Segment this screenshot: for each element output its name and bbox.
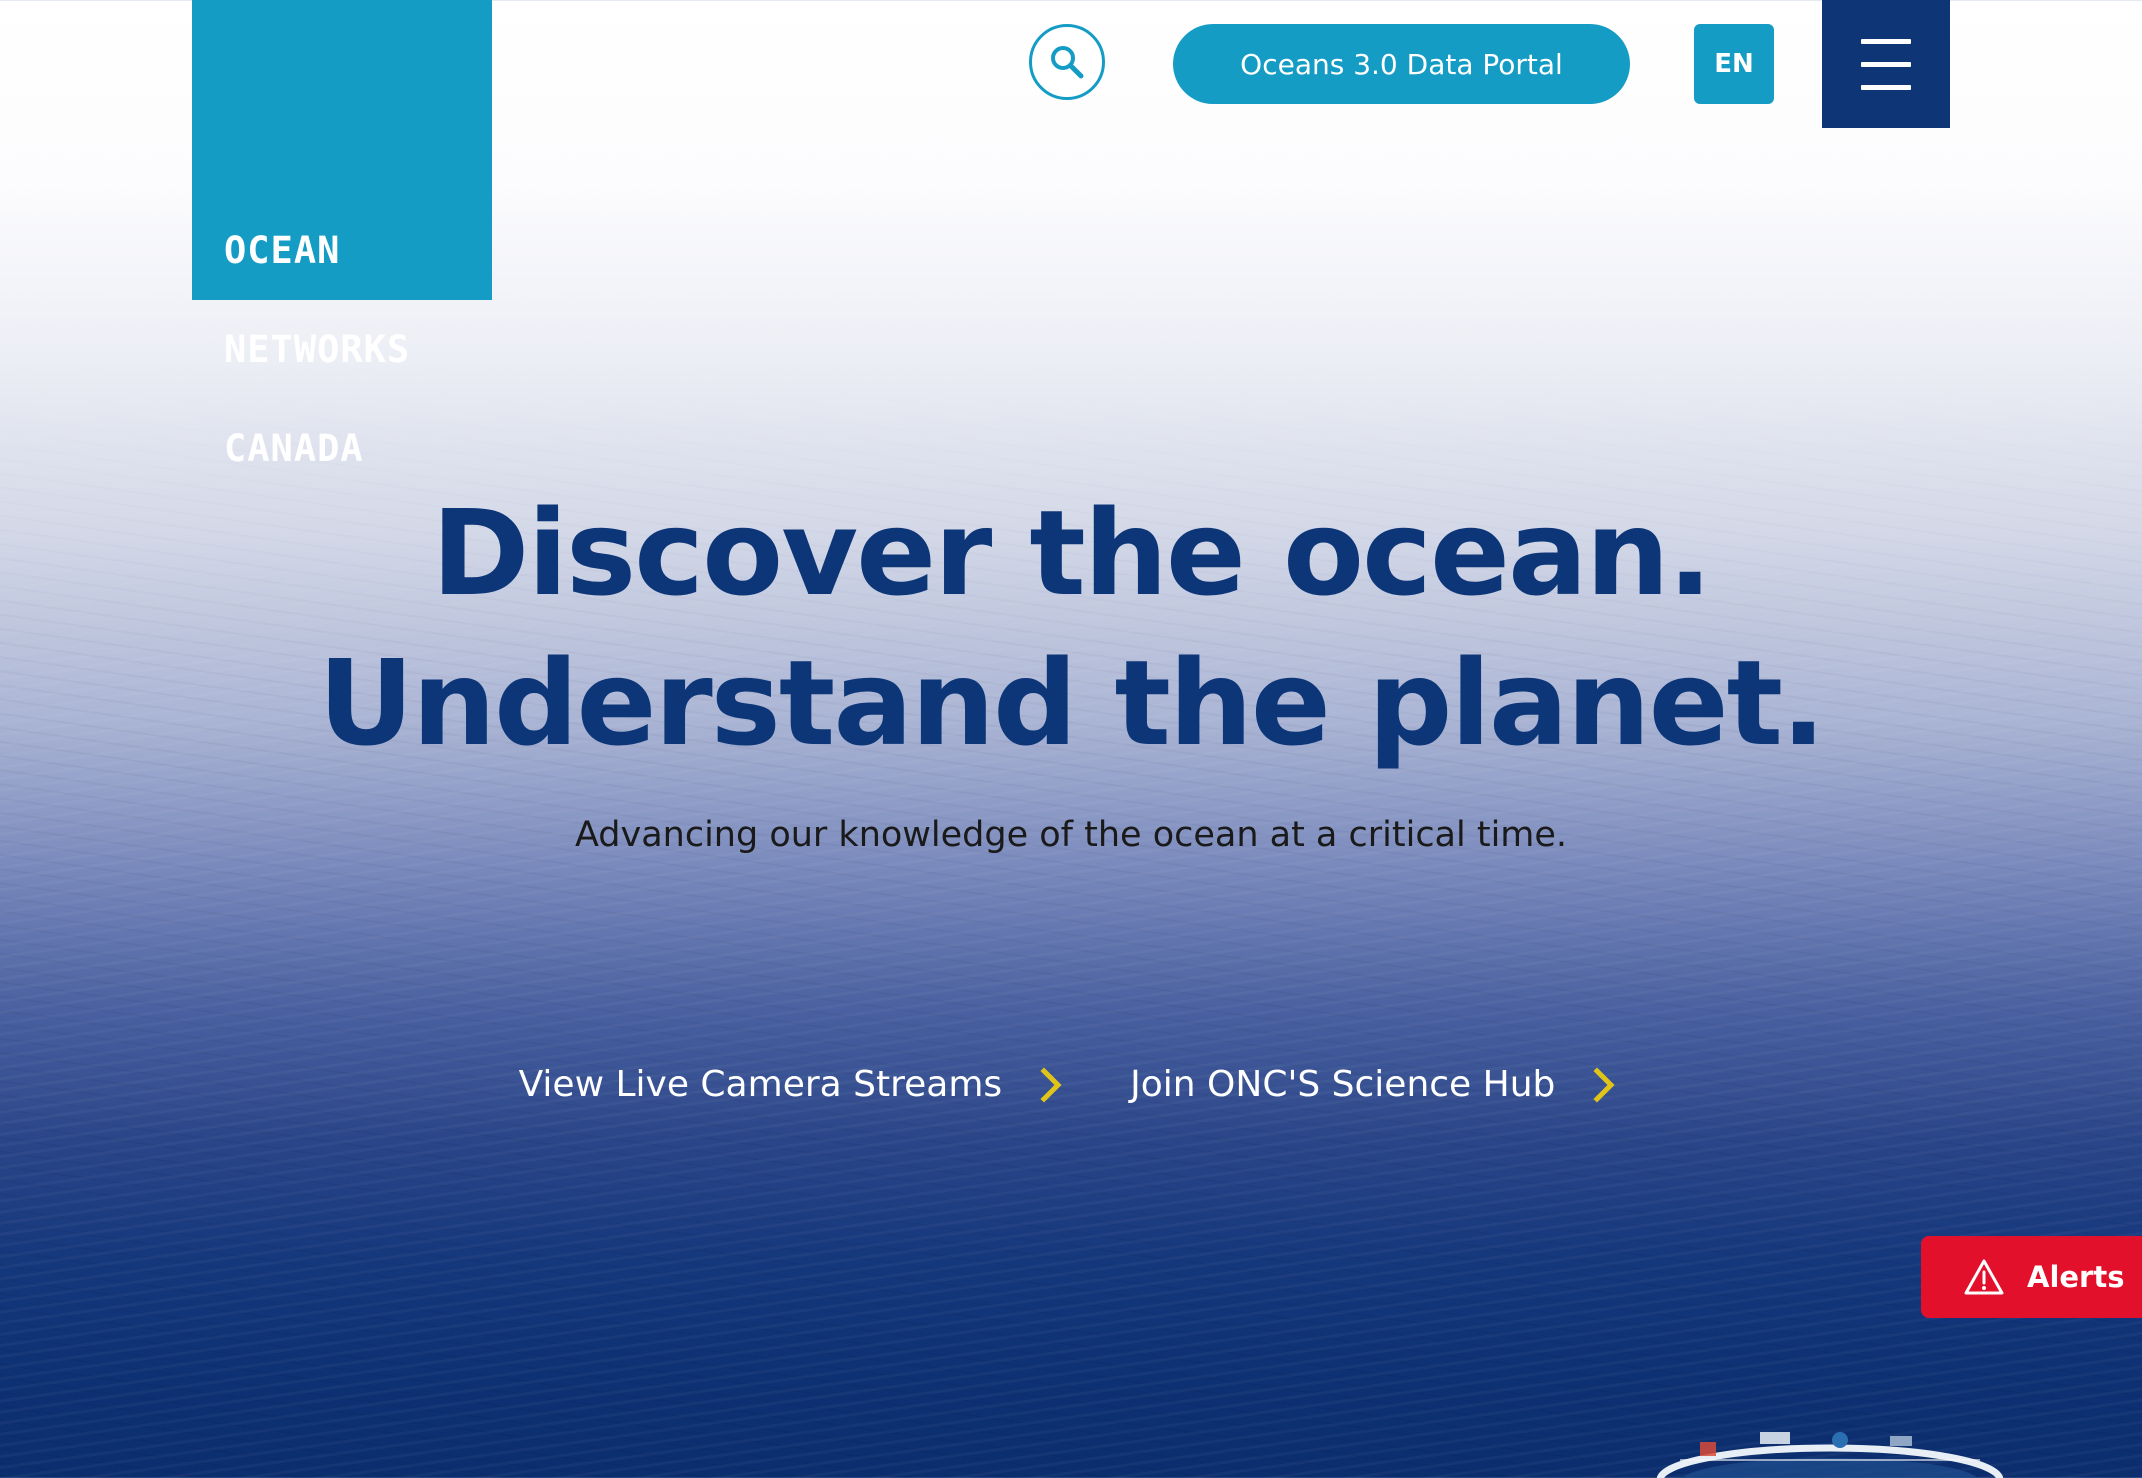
cta-label: Join ONC'S Science Hub [1130, 1064, 1556, 1105]
data-portal-button[interactable]: Oceans 3.0 Data Portal [1173, 24, 1630, 104]
chevron-right-icon [1593, 1066, 1615, 1103]
language-toggle[interactable]: EN [1694, 24, 1774, 104]
ocean-platform-image [1656, 1432, 2004, 1478]
hero-title: Discover the ocean. Understand the plane… [0, 478, 2142, 778]
warning-icon [1964, 1259, 2004, 1295]
chevron-right-icon [1040, 1066, 1062, 1103]
hero-title-line-2: Understand the planet. [318, 634, 1826, 772]
logo-line-canada: CANADA [224, 427, 364, 470]
search-icon [1051, 46, 1084, 79]
menu-button[interactable] [1822, 0, 1950, 128]
search-button[interactable] [1029, 24, 1105, 100]
alerts-label: Alerts [2027, 1260, 2125, 1294]
hero-cta-row: View Live Camera Streams Join ONC'S Scie… [0, 1064, 2142, 1105]
live-camera-streams-link[interactable]: View Live Camera Streams [519, 1064, 1071, 1105]
science-hub-link[interactable]: Join ONC'S Science Hub [1130, 1064, 1623, 1105]
hero-subtitle: Advancing our knowledge of the ocean at … [574, 815, 1568, 855]
ocean-networks-canada-logo[interactable]: OCEAN NETWORKS CANADA [192, 0, 492, 467]
logo-line-ocean: OCEAN [224, 229, 341, 272]
cta-label: View Live Camera Streams [518, 1064, 1003, 1105]
alerts-button[interactable]: Alerts [1921, 1236, 2142, 1318]
logo-wordmark: OCEAN NETWORKS CANADA [224, 168, 410, 531]
logo-line-networks: NETWORKS [224, 328, 411, 371]
hero-title-line-1: Discover the ocean. [431, 484, 1713, 622]
